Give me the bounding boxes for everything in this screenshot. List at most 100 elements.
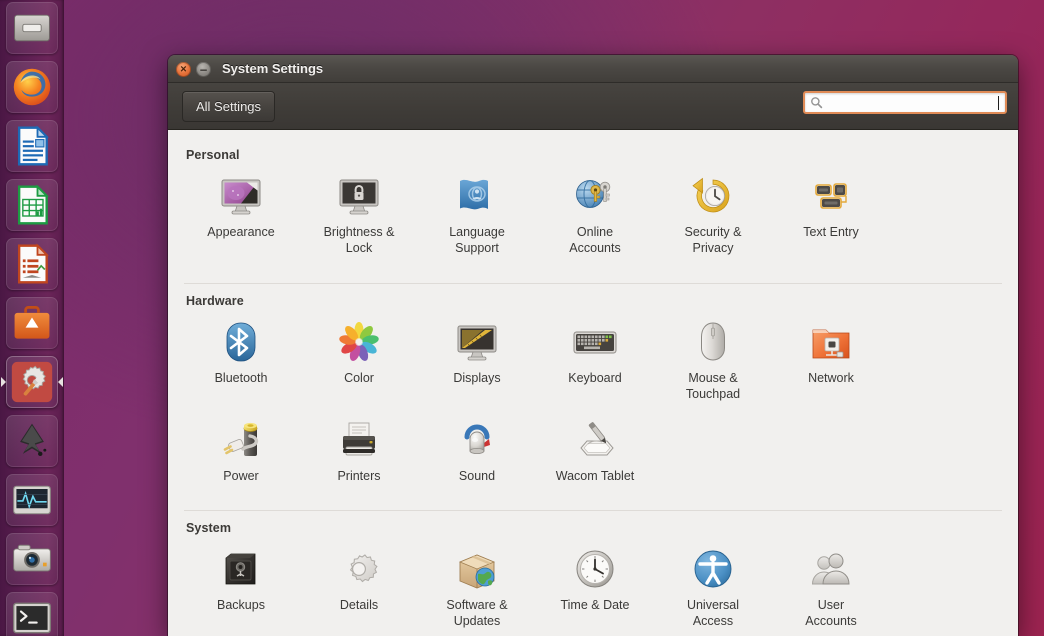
settings-item-label: Details: [339, 598, 379, 613]
settings-item-backups[interactable]: Backups: [182, 541, 300, 636]
color-icon: [335, 318, 383, 371]
settings-item-security-and-privacy[interactable]: Security & Privacy: [654, 168, 772, 266]
settings-item-label: Backups: [217, 598, 265, 613]
settings-item-label: Security & Privacy: [684, 225, 742, 255]
settings-item-mouse-and-touchpad[interactable]: Mouse & Touchpad: [654, 314, 772, 412]
settings-panel-list: Personal Appearance Brightness & Lock La…: [168, 130, 1018, 636]
inkscape-launcher-icon[interactable]: [6, 415, 58, 467]
settings-item-label: Power: [223, 468, 259, 483]
online-accounts-icon: [571, 172, 619, 225]
settings-grid: Backups Details Software & Updates Time …: [182, 541, 1004, 636]
libreoffice-writer-launcher-icon[interactable]: [6, 120, 58, 172]
settings-item-label: Bluetooth: [214, 370, 268, 385]
files-launcher-icon[interactable]: [6, 2, 58, 54]
language-support-icon: [453, 172, 501, 225]
settings-item-appearance[interactable]: Appearance: [182, 168, 300, 266]
settings-item-label: Printers: [337, 468, 381, 483]
section-title: Personal: [186, 148, 240, 162]
settings-item-label: Language Support: [449, 225, 505, 255]
mouse-touchpad-icon: [689, 318, 737, 371]
settings-item-displays[interactable]: Displays: [418, 314, 536, 412]
launcher-active-arrow-left: [1, 377, 6, 387]
settings-item-label: Universal Access: [686, 598, 740, 629]
minimize-button[interactable]: −: [196, 62, 211, 77]
bluetooth-icon: [217, 318, 265, 371]
settings-item-network[interactable]: Network: [772, 314, 890, 412]
section-title: System: [186, 521, 232, 536]
settings-item-power[interactable]: Power: [182, 412, 300, 494]
system-monitor-launcher-icon[interactable]: [6, 474, 58, 526]
details-icon: [335, 545, 383, 598]
keyboard-icon: [571, 318, 619, 371]
settings-item-label: Software & Updates: [446, 598, 508, 629]
sound-icon: [453, 416, 501, 469]
system-settings-window: × − System Settings All Settings Persona…: [168, 55, 1018, 636]
camera-launcher-icon[interactable]: [6, 533, 58, 585]
settings-item-label: Displays: [453, 370, 501, 385]
backups-icon: [217, 545, 265, 598]
settings-item-wacom-tablet[interactable]: Wacom Tablet: [536, 412, 654, 494]
window-titlebar[interactable]: × − System Settings: [168, 55, 1018, 83]
printers-icon: [335, 416, 383, 469]
settings-item-label: Mouse & Touchpad: [685, 370, 741, 401]
settings-item-text-entry[interactable]: Text Entry: [772, 168, 890, 266]
all-settings-button[interactable]: All Settings: [182, 91, 276, 122]
universal-access-icon: [689, 545, 737, 598]
settings-item-label: Keyboard: [568, 370, 622, 385]
system-settings-launcher-icon[interactable]: [6, 356, 58, 408]
displays-icon: [453, 318, 501, 371]
settings-item-label: Wacom Tablet: [555, 468, 635, 483]
settings-item-label: Brightness & Lock: [323, 225, 395, 255]
settings-item-printers[interactable]: Printers: [300, 412, 418, 494]
settings-item-label: Color: [344, 370, 374, 385]
settings-item-label: Online Accounts: [569, 225, 621, 255]
text-cursor: [998, 95, 999, 110]
terminal-launcher-icon[interactable]: [6, 592, 58, 636]
settings-item-language-support[interactable]: Language Support: [418, 168, 536, 266]
search-box[interactable]: [803, 91, 1007, 114]
settings-item-sound[interactable]: Sound: [418, 412, 536, 494]
settings-section-hardware: Hardware Bluetooth Color Displays Keyboa…: [182, 266, 1004, 494]
power-icon: [217, 416, 265, 469]
settings-item-universal-access[interactable]: Universal Access: [654, 541, 772, 636]
libreoffice-impress-launcher-icon[interactable]: [6, 238, 58, 290]
settings-item-online-accounts[interactable]: Online Accounts: [536, 168, 654, 266]
settings-item-keyboard[interactable]: Keyboard: [536, 314, 654, 412]
minimize-icon: −: [199, 62, 208, 77]
settings-item-software-and-updates[interactable]: Software & Updates: [418, 541, 536, 636]
close-icon: ×: [180, 63, 187, 75]
settings-item-time-and-date[interactable]: Time & Date: [536, 541, 654, 636]
window-toolbar: All Settings: [168, 83, 1018, 130]
time-date-icon: [571, 545, 619, 598]
unity-launcher[interactable]: [0, 0, 64, 636]
firefox-launcher-icon[interactable]: [6, 61, 58, 113]
settings-item-label: Network: [808, 370, 854, 385]
close-button[interactable]: ×: [176, 62, 191, 77]
settings-item-color[interactable]: Color: [300, 314, 418, 412]
settings-item-label: User Accounts: [805, 598, 857, 629]
settings-item-label: Appearance: [207, 225, 275, 239]
software-updates-icon: [453, 545, 501, 598]
launcher-active-arrow-right: [58, 377, 63, 387]
search-icon: [811, 97, 823, 109]
settings-grid: Appearance Brightness & Lock Language Su…: [182, 168, 1004, 266]
settings-item-label: Time & Date: [560, 598, 630, 613]
settings-item-user-accounts[interactable]: User Accounts: [772, 541, 890, 636]
brightness-lock-icon: [335, 172, 383, 225]
settings-item-label: Text Entry: [803, 225, 859, 239]
settings-grid: Bluetooth Color Displays Keyboard Mouse …: [182, 314, 1004, 494]
settings-item-brightness-and-lock[interactable]: Brightness & Lock: [300, 168, 418, 266]
settings-item-label: Sound: [458, 468, 496, 483]
security-privacy-icon: [689, 172, 737, 225]
ubuntu-software-launcher-icon[interactable]: [6, 297, 58, 349]
text-entry-icon: [807, 172, 855, 225]
settings-item-bluetooth[interactable]: Bluetooth: [182, 314, 300, 412]
settings-item-details[interactable]: Details: [300, 541, 418, 636]
user-accounts-icon: [807, 545, 855, 598]
section-title: Hardware: [186, 293, 244, 308]
search-input[interactable]: [823, 93, 998, 112]
window-title: System Settings: [222, 61, 324, 76]
settings-section-personal: Personal Appearance Brightness & Lock La…: [182, 130, 1004, 266]
libreoffice-calc-launcher-icon[interactable]: [6, 179, 58, 231]
wacom-tablet-icon: [571, 416, 619, 469]
